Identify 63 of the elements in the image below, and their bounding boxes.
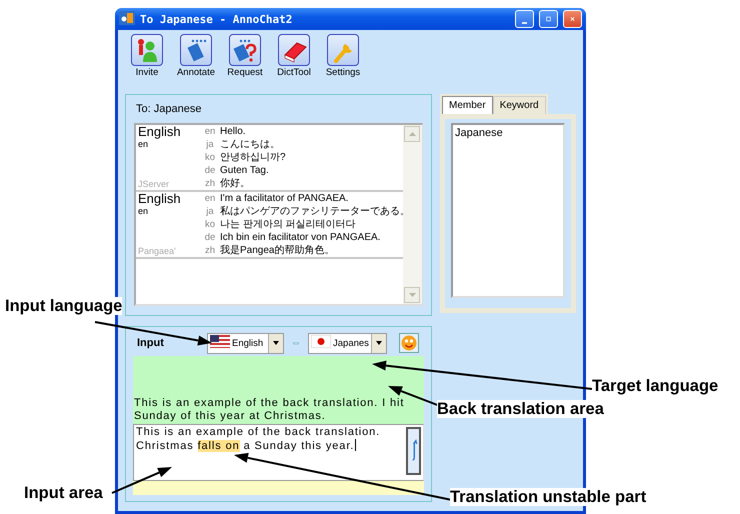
input-area[interactable]: This is an example of the back translation. Christmas falls on a Sunday this year. — [133, 424, 424, 481]
toolbar-button[interactable]: Request — [222, 34, 268, 91]
translation-text: こんにちは。 — [220, 138, 281, 151]
chat-title: To: Japanese — [136, 103, 202, 115]
translation-text: 你好。 — [220, 177, 251, 190]
down-arrow-icon — [408, 291, 416, 299]
source-language-dropdown[interactable]: English — [207, 332, 284, 354]
toolbar-button[interactable]: DictTool — [271, 34, 317, 91]
callout-arrow — [112, 467, 172, 494]
swap-symbol: ⇔ — [290, 337, 302, 349]
dropdown-arrow-icon — [272, 340, 280, 346]
callout-label: Input language — [5, 297, 122, 315]
toolbar-button[interactable]: Annotate — [173, 34, 219, 91]
smiley-icon — [400, 335, 417, 351]
language-code: en — [138, 139, 150, 149]
translation-text: 我是Pangea的帮助角色。 — [220, 244, 336, 257]
language-code: en — [138, 206, 150, 216]
dropdown-arrow-icon — [374, 340, 383, 346]
window-title: To Japanese - AnnoChat2 — [140, 12, 294, 26]
input-label: Input — [136, 337, 165, 349]
up-arrow-icon — [408, 130, 416, 138]
callout-label: Input area — [24, 484, 103, 502]
maximize-button[interactable] — [539, 10, 558, 28]
tab[interactable]: Keyword — [492, 96, 546, 114]
language-code: de — [204, 231, 216, 244]
message-language: English — [138, 125, 182, 139]
language-code: ko — [204, 151, 216, 164]
minimize-button[interactable] — [515, 10, 534, 28]
back-translation-text: This is an example of the back translation. I hit Sunday of this year at Christmas. — [134, 397, 406, 423]
flag-icon — [210, 335, 230, 348]
minimize-icon — [522, 22, 527, 24]
callout-label: Translation unstable part — [450, 488, 646, 506]
sender-name: JServer — [138, 178, 170, 190]
translation-text: I'm a facilitator of PANGAEA. — [220, 192, 350, 205]
tab[interactable]: Member — [442, 96, 493, 114]
emoticon-button[interactable] — [398, 333, 419, 353]
flag-icon — [311, 335, 331, 348]
translation-text: 私はパンゲアのファシリテーターである。 — [220, 205, 403, 218]
language-code: ja — [205, 138, 215, 151]
language-code: en — [204, 125, 216, 138]
input-text: This is an example of the back translation. Christmas falls on a Sunday this year. — [135, 425, 382, 454]
language-code: zh — [204, 177, 216, 190]
app-icon — [119, 10, 135, 26]
callout-label: Target language — [592, 377, 718, 395]
sender-name: Pangaea' — [138, 245, 177, 257]
translation-text: Hello. — [220, 125, 247, 138]
language-code: de — [204, 164, 216, 177]
language-code: ja — [205, 205, 215, 218]
toolbar-button[interactable]: Settings — [320, 34, 366, 91]
target-language-dropdown[interactable]: Japanes — [308, 332, 387, 354]
language-code: en — [204, 192, 216, 205]
message-language: English — [138, 192, 182, 206]
member-item[interactable]: Japanese — [455, 127, 561, 139]
close-button[interactable] — [563, 10, 582, 28]
toolbar-button[interactable]: Invite — [124, 34, 170, 91]
translation-text: 나는 판게아의 퍼실리테이터다 — [220, 218, 357, 231]
language-code: zh — [204, 244, 216, 257]
callout-label: Back translation area — [437, 400, 604, 418]
send-button[interactable] — [406, 427, 421, 475]
translation-text: Ich bin ein facilitator von PANGAEA. — [220, 231, 382, 244]
translation-text: Guten Tag. — [220, 164, 270, 177]
translation-text: 안녕하십니까? — [220, 151, 287, 164]
language-code: ko — [204, 218, 216, 231]
